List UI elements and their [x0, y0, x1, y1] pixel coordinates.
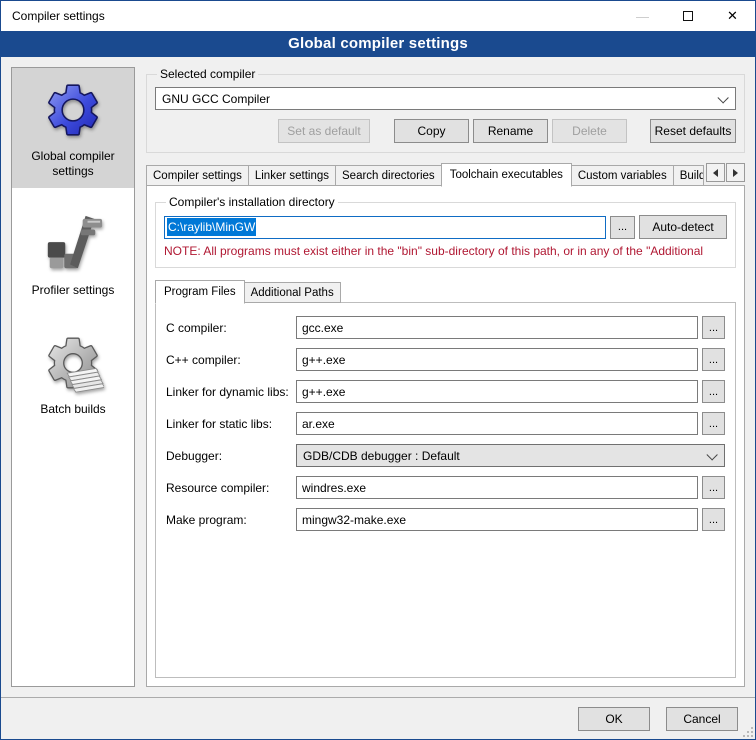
- cpp-compiler-input[interactable]: [296, 348, 698, 371]
- compiler-settings-dialog: Compiler settings — ✕ Global compiler se…: [0, 0, 756, 740]
- toolchain-executables-page: Compiler's installation directory C:\ray…: [146, 185, 745, 687]
- sidebar-item-global-compiler-settings[interactable]: Global compiler settings: [12, 68, 134, 188]
- caliper-icon: [42, 213, 104, 275]
- static-linker-browse-button[interactable]: ...: [702, 412, 725, 435]
- installation-directory-group: Compiler's installation directory C:\ray…: [155, 195, 736, 268]
- make-program-label: Make program:: [166, 513, 296, 527]
- maximize-button[interactable]: [665, 1, 710, 31]
- c-compiler-label: C compiler:: [166, 321, 296, 335]
- cpp-compiler-browse-button[interactable]: ...: [702, 348, 725, 371]
- bin-subdirectory-note: NOTE: All programs must exist either in …: [164, 244, 727, 258]
- installation-directory-browse-button[interactable]: ...: [610, 216, 635, 239]
- make-program-input[interactable]: [296, 508, 698, 531]
- tab-search-directories[interactable]: Search directories: [335, 165, 442, 186]
- debugger-select-value: GDB/CDB debugger : Default: [303, 449, 460, 463]
- cpp-compiler-label: C++ compiler:: [166, 353, 296, 367]
- chevron-down-icon: [717, 96, 727, 103]
- paper-stack: [67, 368, 104, 392]
- chevron-down-icon: [706, 453, 716, 460]
- make-program-row: Make program: ...: [166, 508, 725, 531]
- tab-scroll-left-button[interactable]: [706, 163, 725, 182]
- arrow-right-icon: [733, 169, 738, 177]
- reset-defaults-button[interactable]: Reset defaults: [650, 119, 736, 143]
- arrow-left-icon: [713, 169, 718, 177]
- rename-button[interactable]: Rename: [473, 119, 548, 143]
- debugger-label: Debugger:: [166, 449, 296, 463]
- debugger-select[interactable]: GDB/CDB debugger : Default: [296, 444, 725, 467]
- window-title: Compiler settings: [1, 9, 620, 23]
- ok-button[interactable]: OK: [578, 707, 650, 731]
- settings-tab-bar: Compiler settings Linker settings Search…: [146, 163, 745, 186]
- make-program-browse-button[interactable]: ...: [702, 508, 725, 531]
- c-compiler-row: C compiler: ...: [166, 316, 725, 339]
- title-bar: Compiler settings — ✕: [1, 1, 755, 31]
- tab-scroll-controls: [703, 163, 745, 182]
- minimize-button[interactable]: —: [620, 1, 665, 31]
- settings-category-list: Global compiler settings Profiler settin…: [11, 67, 135, 687]
- installation-directory-row: C:\raylib\MinGW ... Auto-detect: [164, 215, 727, 239]
- sidebar-item-batch-builds[interactable]: Batch builds: [12, 321, 134, 426]
- selected-compiler-group: Selected compiler GNU GCC Compiler Set a…: [146, 67, 745, 153]
- close-button[interactable]: ✕: [710, 1, 755, 31]
- cancel-button[interactable]: Cancel: [666, 707, 738, 731]
- gray-gear-stack-icon: [42, 332, 104, 394]
- tab-toolchain-executables[interactable]: Toolchain executables: [441, 163, 572, 187]
- resize-grip-icon[interactable]: [743, 727, 753, 737]
- dynamic-linker-input[interactable]: [296, 380, 698, 403]
- set-as-default-button[interactable]: Set as default: [278, 119, 370, 143]
- static-linker-input[interactable]: [296, 412, 698, 435]
- resource-compiler-label: Resource compiler:: [166, 481, 296, 495]
- installation-directory-input[interactable]: C:\raylib\MinGW: [164, 216, 606, 239]
- tab-program-files[interactable]: Program Files: [155, 280, 245, 304]
- resource-compiler-browse-button[interactable]: ...: [702, 476, 725, 499]
- tab-custom-variables[interactable]: Custom variables: [571, 165, 674, 186]
- selected-compiler-group-label: Selected compiler: [157, 67, 258, 81]
- dialog-banner: Global compiler settings: [1, 31, 755, 57]
- static-linker-row: Linker for static libs: ...: [166, 412, 725, 435]
- sidebar-item-label: Profiler settings: [32, 283, 115, 298]
- resource-compiler-row: Resource compiler: ...: [166, 476, 725, 499]
- blue-gear-icon: [42, 79, 104, 141]
- delete-button[interactable]: Delete: [552, 119, 627, 143]
- main-panel: Selected compiler GNU GCC Compiler Set a…: [146, 67, 745, 687]
- copy-button[interactable]: Copy: [394, 119, 469, 143]
- installation-directory-value: C:\raylib\MinGW: [167, 218, 256, 236]
- sidebar-item-label: Global compiler settings: [16, 149, 130, 179]
- dynamic-linker-label: Linker for dynamic libs:: [166, 385, 296, 399]
- compiler-actions: Set as default Copy Rename Delete Reset …: [155, 119, 736, 143]
- static-linker-label: Linker for static libs:: [166, 417, 296, 431]
- compiler-select-value: GNU GCC Compiler: [162, 92, 270, 106]
- cpp-compiler-row: C++ compiler: ...: [166, 348, 725, 371]
- tab-linker-settings[interactable]: Linker settings: [248, 165, 336, 186]
- dynamic-linker-row: Linker for dynamic libs: ...: [166, 380, 725, 403]
- c-compiler-browse-button[interactable]: ...: [702, 316, 725, 339]
- program-files-tab-bar: Program Files Additional Paths: [155, 280, 736, 303]
- tab-additional-paths[interactable]: Additional Paths: [244, 282, 341, 303]
- sidebar-item-label: Batch builds: [40, 402, 105, 417]
- debugger-row: Debugger: GDB/CDB debugger : Default: [166, 444, 725, 467]
- tab-compiler-settings[interactable]: Compiler settings: [146, 165, 249, 186]
- auto-detect-button[interactable]: Auto-detect: [639, 215, 727, 239]
- resource-compiler-input[interactable]: [296, 476, 698, 499]
- tab-build-options[interactable]: Build: [673, 165, 704, 186]
- c-compiler-input[interactable]: [296, 316, 698, 339]
- tab-scroll-right-button[interactable]: [726, 163, 745, 182]
- program-files-page: C compiler: ... C++ compiler: ... Linker…: [155, 302, 736, 678]
- compiler-select[interactable]: GNU GCC Compiler: [155, 87, 736, 110]
- maximize-icon: [683, 11, 693, 21]
- dialog-body: Global compiler settings Profiler settin…: [1, 57, 755, 697]
- dynamic-linker-browse-button[interactable]: ...: [702, 380, 725, 403]
- installation-directory-group-label: Compiler's installation directory: [166, 195, 338, 209]
- sidebar-item-profiler-settings[interactable]: Profiler settings: [12, 202, 134, 307]
- dialog-footer: OK Cancel: [1, 697, 755, 739]
